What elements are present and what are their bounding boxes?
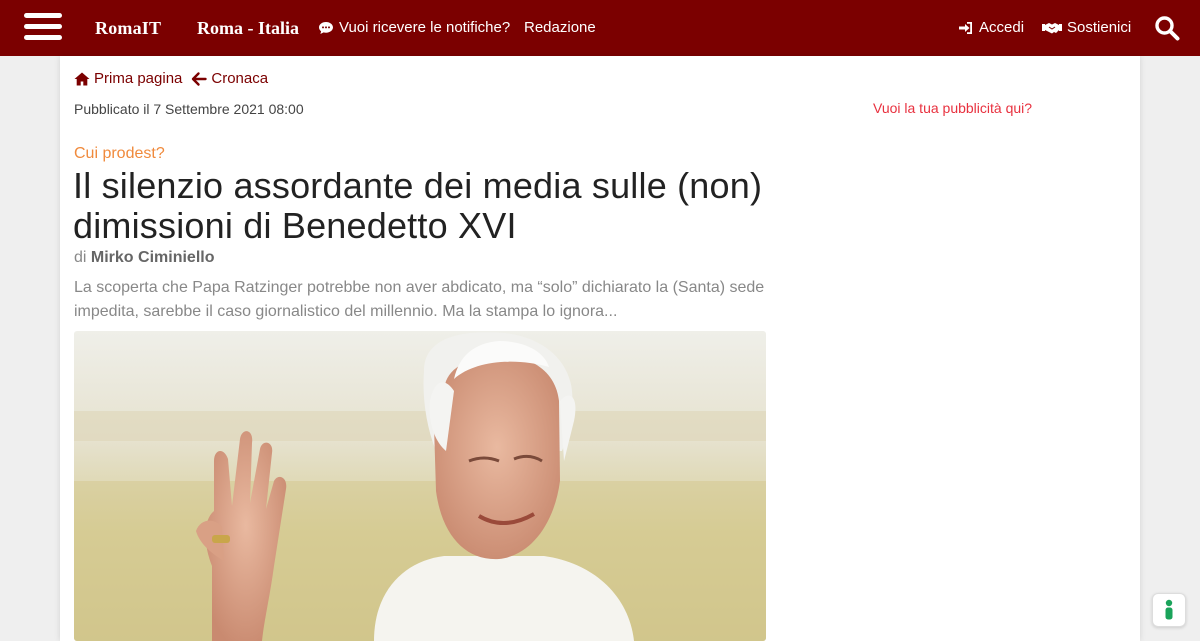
redazione-link[interactable]: Redazione bbox=[524, 19, 596, 36]
breadcrumb: Prima pagina Cronaca bbox=[74, 70, 268, 87]
accessibility-button[interactable] bbox=[1152, 593, 1186, 627]
article-kicker: Cui prodest? bbox=[74, 145, 165, 162]
support-link[interactable]: Sostienici bbox=[1042, 19, 1131, 36]
article-title: Il silenzio assordante dei media sulle (… bbox=[73, 165, 763, 246]
chat-bubble-icon bbox=[319, 21, 333, 34]
article-hero-image bbox=[74, 331, 766, 641]
article-page: Prima pagina Cronaca Pubblicato il 7 Set… bbox=[60, 56, 1140, 641]
breadcrumb-section-link[interactable]: Cronaca bbox=[191, 70, 268, 87]
advertise-link[interactable]: Vuoi la tua pubblicità qui? bbox=[873, 100, 1032, 116]
notifications-link[interactable]: Vuoi ricevere le notifiche? bbox=[318, 19, 510, 36]
login-label: Accedi bbox=[979, 19, 1025, 36]
author-name[interactable]: Mirko Ciminiello bbox=[91, 249, 215, 266]
notifications-label: Vuoi ricevere le notifiche? bbox=[339, 19, 511, 36]
article-summary: La scoperta che Papa Ratzinger potrebbe … bbox=[74, 279, 765, 320]
accessibility-icon bbox=[1165, 599, 1173, 620]
pope-waving-photo bbox=[74, 331, 766, 641]
byline-prefix: di bbox=[74, 249, 87, 266]
sign-in-icon bbox=[959, 21, 972, 34]
support-label: Sostienici bbox=[1067, 19, 1132, 36]
hamburger-menu-icon[interactable] bbox=[24, 12, 64, 42]
site-logo[interactable]: RomaIT bbox=[95, 18, 161, 39]
breadcrumb-section-label: Cronaca bbox=[211, 70, 269, 87]
arrow-left-icon bbox=[192, 71, 208, 86]
redazione-label: Redazione bbox=[524, 19, 596, 36]
login-link[interactable]: Accedi bbox=[958, 19, 1024, 36]
city-label[interactable]: Roma - Italia bbox=[197, 18, 299, 39]
publish-date: Pubblicato il 7 Settembre 2021 08:00 bbox=[74, 101, 304, 117]
breadcrumb-home-link[interactable]: Prima pagina bbox=[74, 70, 182, 87]
search-icon[interactable] bbox=[1154, 15, 1180, 41]
top-navigation-bar: RomaIT Roma - Italia Vuoi ricevere le no… bbox=[0, 0, 1200, 56]
home-icon bbox=[74, 72, 90, 85]
breadcrumb-home-label: Prima pagina bbox=[94, 70, 183, 87]
handshake-icon bbox=[1042, 22, 1062, 33]
article-byline: di Mirko Ciminiello bbox=[74, 249, 214, 267]
